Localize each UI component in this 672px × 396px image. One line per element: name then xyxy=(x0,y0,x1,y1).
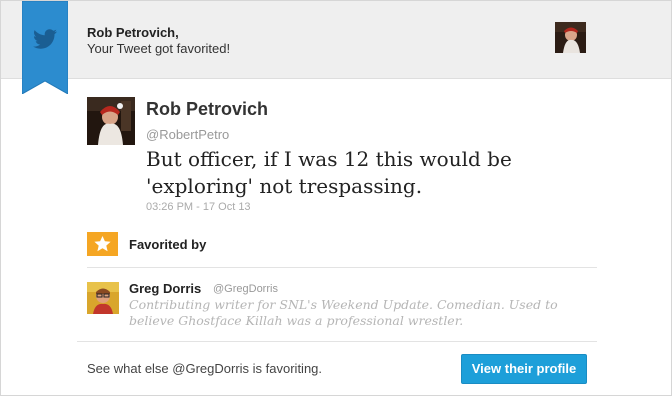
notification-card: Rob Petrovich, Your Tweet got favorited!… xyxy=(0,0,672,396)
divider xyxy=(77,341,597,342)
twitter-ribbon xyxy=(22,1,68,94)
view-profile-button[interactable]: View their profile xyxy=(461,354,587,384)
notified-user-name: Rob Petrovich, xyxy=(87,25,179,40)
footer-text: See what else @GregDorris is favoriting. xyxy=(87,361,323,376)
favoriter-avatar[interactable] xyxy=(87,282,119,314)
divider xyxy=(87,267,597,268)
favorited-by-label: Favorited by xyxy=(129,237,207,252)
tweet-timestamp[interactable]: 03:26 PM - 17 Oct 13 xyxy=(146,201,251,213)
star-icon xyxy=(87,232,118,256)
notification-message: Your Tweet got favorited! xyxy=(87,41,231,56)
notification-header: Rob Petrovich, Your Tweet got favorited! xyxy=(1,1,671,79)
favoriter-name[interactable]: Greg Dorris xyxy=(129,281,201,296)
tweet-text: But officer, if I was 12 this would be '… xyxy=(146,147,512,198)
header-avatar[interactable] xyxy=(555,22,586,53)
tweet-author-name[interactable]: Rob Petrovich xyxy=(146,99,268,120)
tweet-author-avatar[interactable] xyxy=(87,97,135,145)
favoriter-bio: Contributing writer for SNL's Weekend Up… xyxy=(129,297,558,328)
tweet-author-handle[interactable]: @RobertPetro xyxy=(146,127,229,142)
favoriter-handle[interactable]: @GregDorris xyxy=(213,283,278,295)
